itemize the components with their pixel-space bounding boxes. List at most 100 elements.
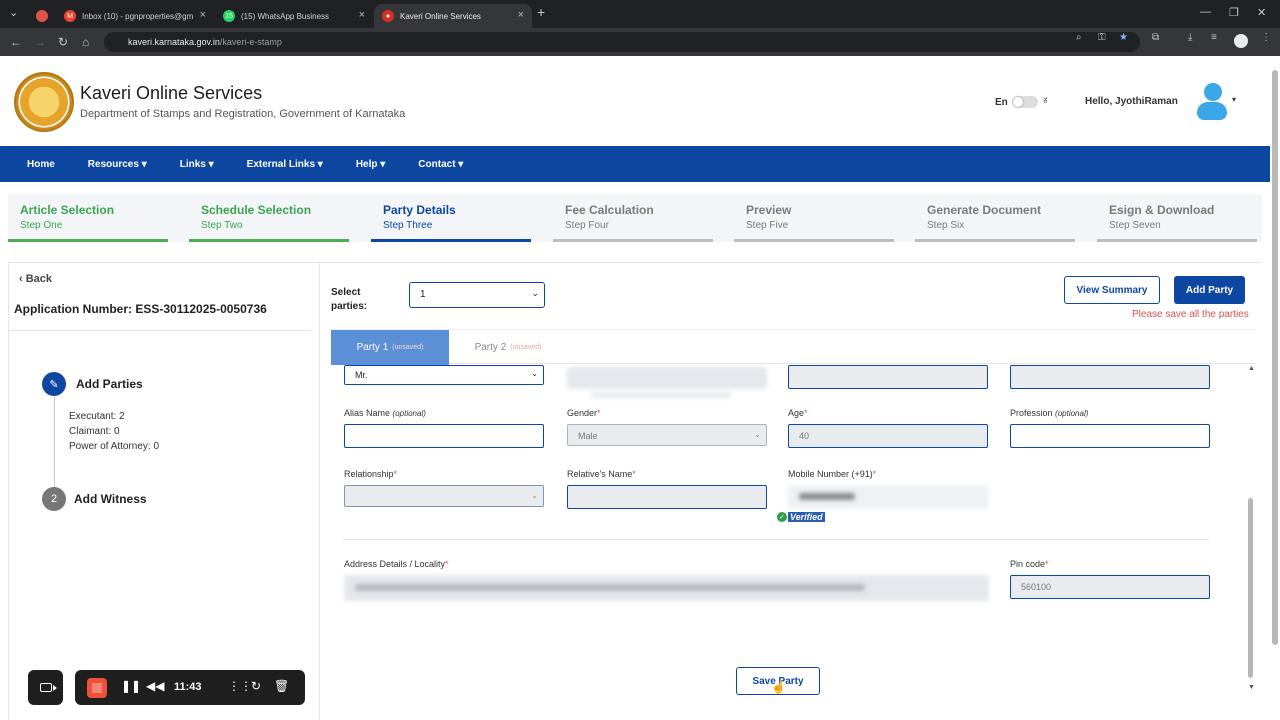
step-progress-bar: [1097, 239, 1257, 242]
restart-icon[interactable]: ↻: [251, 679, 261, 693]
bookmark-star-icon[interactable]: ★: [1119, 32, 1128, 43]
age-input[interactable]: 40: [788, 424, 988, 448]
user-avatar-icon[interactable]: [1196, 83, 1228, 121]
nav-contact[interactable]: Contact ▾: [418, 159, 463, 170]
tab-gmail[interactable]: M Inbox (10) - pgnproperties@gm ×: [56, 4, 214, 28]
close-icon[interactable]: ×: [200, 9, 206, 21]
tab-label: Party 1: [356, 342, 389, 353]
url-field[interactable]: kaveri.karnataka.gov.in/kaveri-e-stamp: [104, 32, 1140, 52]
key-icon[interactable]: ⚿: [1098, 32, 1106, 43]
tab-party-2[interactable]: Party 2 (unsaved): [449, 330, 567, 365]
tab-search-icon[interactable]: ⌄: [9, 6, 18, 19]
application-number: Application Number: ESS-30112025-0050736: [14, 302, 267, 316]
pincode-label: Pin code*: [1010, 559, 1049, 569]
step-schedule-selection[interactable]: Schedule Selection Step Two: [189, 194, 354, 242]
step-party-details[interactable]: Party Details Step Three: [371, 194, 536, 242]
close-icon[interactable]: ×: [518, 9, 524, 21]
address-label-text: Address Details / Locality: [344, 559, 446, 569]
salutation-select[interactable]: Mr. ⌄: [344, 365, 544, 385]
tab-kaveri[interactable]: ● Kaveri Online Services ×: [374, 4, 532, 28]
step-generate-document[interactable]: Generate Document Step Six: [915, 194, 1080, 242]
required-mark: *: [597, 408, 601, 418]
optional-tag: (optional): [392, 409, 426, 418]
pause-icon[interactable]: ❚❚: [121, 679, 141, 693]
scroll-down-arrow-icon[interactable]: ▼: [1248, 684, 1255, 691]
grid-icon[interactable]: ⋮⋮: [228, 679, 252, 693]
required-mark: *: [872, 469, 877, 479]
nav-home[interactable]: Home: [27, 159, 55, 170]
scroll-up-arrow-icon[interactable]: ▲: [1248, 365, 1255, 372]
pinned-tab[interactable]: [28, 4, 52, 28]
forward-arrow-icon[interactable]: →: [34, 35, 46, 49]
relatives-name-input[interactable]: [567, 485, 767, 509]
back-link[interactable]: ‹ Back: [19, 273, 52, 285]
pincode-input[interactable]: 560100: [1010, 575, 1210, 599]
nav-help[interactable]: Help ▾: [356, 159, 385, 170]
add-witness-step[interactable]: Add Witness: [74, 492, 147, 506]
profile-avatar-icon[interactable]: [1234, 34, 1248, 48]
kaveri-icon: ●: [382, 10, 394, 22]
zoom-icon[interactable]: ⌕: [1076, 32, 1082, 43]
required-mark: *: [445, 559, 449, 569]
last-name-field[interactable]: [1010, 365, 1210, 389]
download-icon[interactable]: ⤓: [1188, 32, 1192, 43]
address-label: Address Details / Locality*: [344, 559, 449, 569]
minimize-icon[interactable]: —: [1200, 6, 1211, 18]
form-scrollbar[interactable]: [1248, 498, 1253, 678]
add-party-button[interactable]: Add Party: [1174, 276, 1245, 304]
step-esign-download[interactable]: Esign & Download Step Seven: [1097, 194, 1262, 242]
select-parties-dropdown[interactable]: 1 ⌄: [409, 282, 545, 308]
caret-down-icon[interactable]: ▾: [1232, 95, 1236, 104]
step-title: Preview: [746, 203, 792, 217]
relationship-label: Relationship*: [344, 469, 397, 479]
required-mark: *: [393, 469, 398, 479]
step-article-selection[interactable]: Article Selection Step One: [8, 194, 173, 242]
step-subtitle: Step Four: [565, 220, 609, 231]
stop-recording-button[interactable]: [87, 678, 107, 698]
required-mark: *: [804, 408, 808, 418]
language-toggle[interactable]: [1012, 96, 1038, 108]
add-parties-step[interactable]: Add Parties: [76, 377, 143, 391]
media-icon[interactable]: ≡: [1211, 32, 1217, 43]
gender-select[interactable]: Male ⌄: [567, 424, 767, 446]
browser-tab-bar: ⌄ M Inbox (10) - pgnproperties@gm × 15 (…: [0, 0, 1280, 28]
page-scrollbar[interactable]: [1272, 70, 1278, 645]
home-icon[interactable]: ⌂: [82, 35, 89, 49]
chevron-left-icon: ‹: [19, 273, 26, 285]
menu-icon[interactable]: ⋮: [1261, 32, 1271, 43]
address-text-redacted: [355, 584, 865, 591]
step-progress-bar: [915, 239, 1075, 242]
profession-input[interactable]: [1010, 424, 1210, 448]
reload-icon[interactable]: ↻: [58, 35, 68, 49]
tab-whatsapp[interactable]: 15 (15) WhatsApp Business ×: [215, 4, 373, 28]
step-title: Article Selection: [20, 203, 115, 217]
lang-kn-label: ಕ: [1043, 95, 1048, 106]
optional-tag: (optional): [1055, 409, 1089, 418]
relationship-select[interactable]: ⌄: [344, 485, 544, 507]
tab-party-1[interactable]: Party 1 (unsaved): [331, 330, 449, 365]
divider: [343, 539, 1209, 540]
unsaved-badge: (unsaved): [510, 344, 542, 351]
party-form: Mr. ⌄ Alias Name (optional) Gender* Male…: [331, 365, 1249, 717]
step-progress-bar: [734, 239, 894, 242]
nav-links[interactable]: Links ▾: [180, 159, 214, 170]
step-fee-calculation[interactable]: Fee Calculation Step Four: [553, 194, 718, 242]
step-preview[interactable]: Preview Step Five: [734, 194, 899, 242]
relatives-name-label-text: Relative's Name: [567, 469, 633, 479]
restore-icon[interactable]: ❐: [1229, 6, 1239, 19]
nav-resources[interactable]: Resources ▾: [88, 159, 147, 170]
view-summary-button[interactable]: View Summary: [1064, 276, 1160, 304]
alias-input[interactable]: [344, 424, 544, 448]
first-name-field[interactable]: [788, 365, 988, 389]
new-tab-icon[interactable]: +: [537, 4, 545, 20]
window-close-icon[interactable]: ✕: [1257, 6, 1266, 19]
extensions-icon[interactable]: ⧉: [1152, 32, 1159, 43]
rewind-icon[interactable]: ◀◀: [146, 679, 164, 693]
camera-toggle-button[interactable]: [28, 670, 63, 705]
back-arrow-icon[interactable]: ←: [10, 35, 22, 49]
recording-timer: 11:43: [174, 681, 202, 693]
trash-icon[interactable]: 🗑: [274, 679, 289, 693]
nav-external-links[interactable]: External Links ▾: [247, 159, 323, 170]
close-icon[interactable]: ×: [359, 9, 365, 21]
chevron-down-icon: ⌄: [531, 288, 539, 298]
